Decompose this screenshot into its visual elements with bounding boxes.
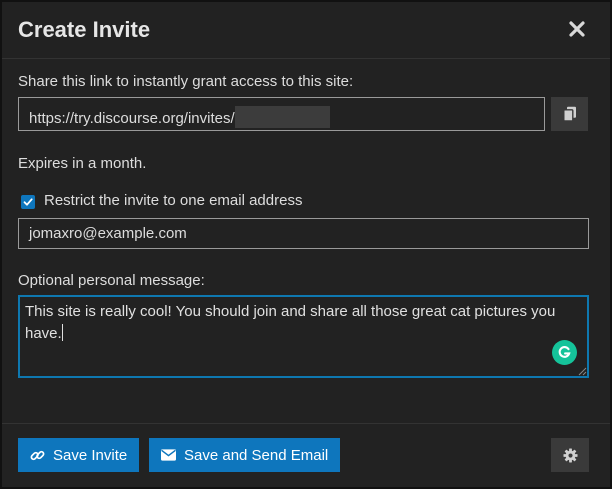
envelope-icon bbox=[161, 449, 176, 461]
invite-settings-button[interactable] bbox=[551, 438, 589, 472]
email-field[interactable]: jomaxro@example.com bbox=[18, 218, 589, 249]
invite-link-text: https://try.discourse.org/invites/ bbox=[29, 110, 235, 127]
save-invite-label: Save Invite bbox=[53, 446, 128, 464]
modal-title: Create Invite bbox=[18, 17, 151, 42]
personal-message-label: Optional personal message: bbox=[18, 272, 205, 289]
resize-handle-icon[interactable] bbox=[577, 366, 587, 376]
invite-link-field[interactable]: https://try.discourse.org/invites/ bbox=[18, 97, 545, 131]
expiry-text: Expires in a month. bbox=[18, 155, 147, 172]
grammarly-icon[interactable] bbox=[552, 340, 577, 365]
save-and-send-email-button[interactable]: Save and Send Email bbox=[149, 438, 341, 472]
personal-message-text: This site is really cool! You should joi… bbox=[25, 303, 556, 342]
link-icon bbox=[30, 450, 45, 460]
restrict-email-checkbox[interactable] bbox=[21, 195, 35, 209]
copy-icon bbox=[562, 106, 576, 122]
restrict-email-label[interactable]: Restrict the invite to one email address bbox=[44, 192, 302, 209]
close-button[interactable] bbox=[562, 14, 592, 44]
gear-icon bbox=[562, 447, 578, 463]
text-cursor bbox=[61, 324, 63, 341]
save-invite-button[interactable]: Save Invite bbox=[18, 438, 140, 472]
personal-message-textarea[interactable]: This site is really cool! You should joi… bbox=[18, 295, 589, 378]
checkmark-icon bbox=[23, 198, 33, 206]
share-link-label: Share this link to instantly grant acces… bbox=[18, 73, 354, 90]
modal-header: Create Invite bbox=[2, 2, 610, 59]
create-invite-modal: Create Invite Share this link to instant… bbox=[0, 0, 612, 489]
save-and-send-email-label: Save and Send Email bbox=[184, 446, 329, 464]
grammarly-g-icon bbox=[558, 346, 571, 358]
redacted-token bbox=[234, 106, 330, 128]
close-icon bbox=[569, 21, 585, 37]
copy-link-button[interactable] bbox=[551, 97, 588, 131]
